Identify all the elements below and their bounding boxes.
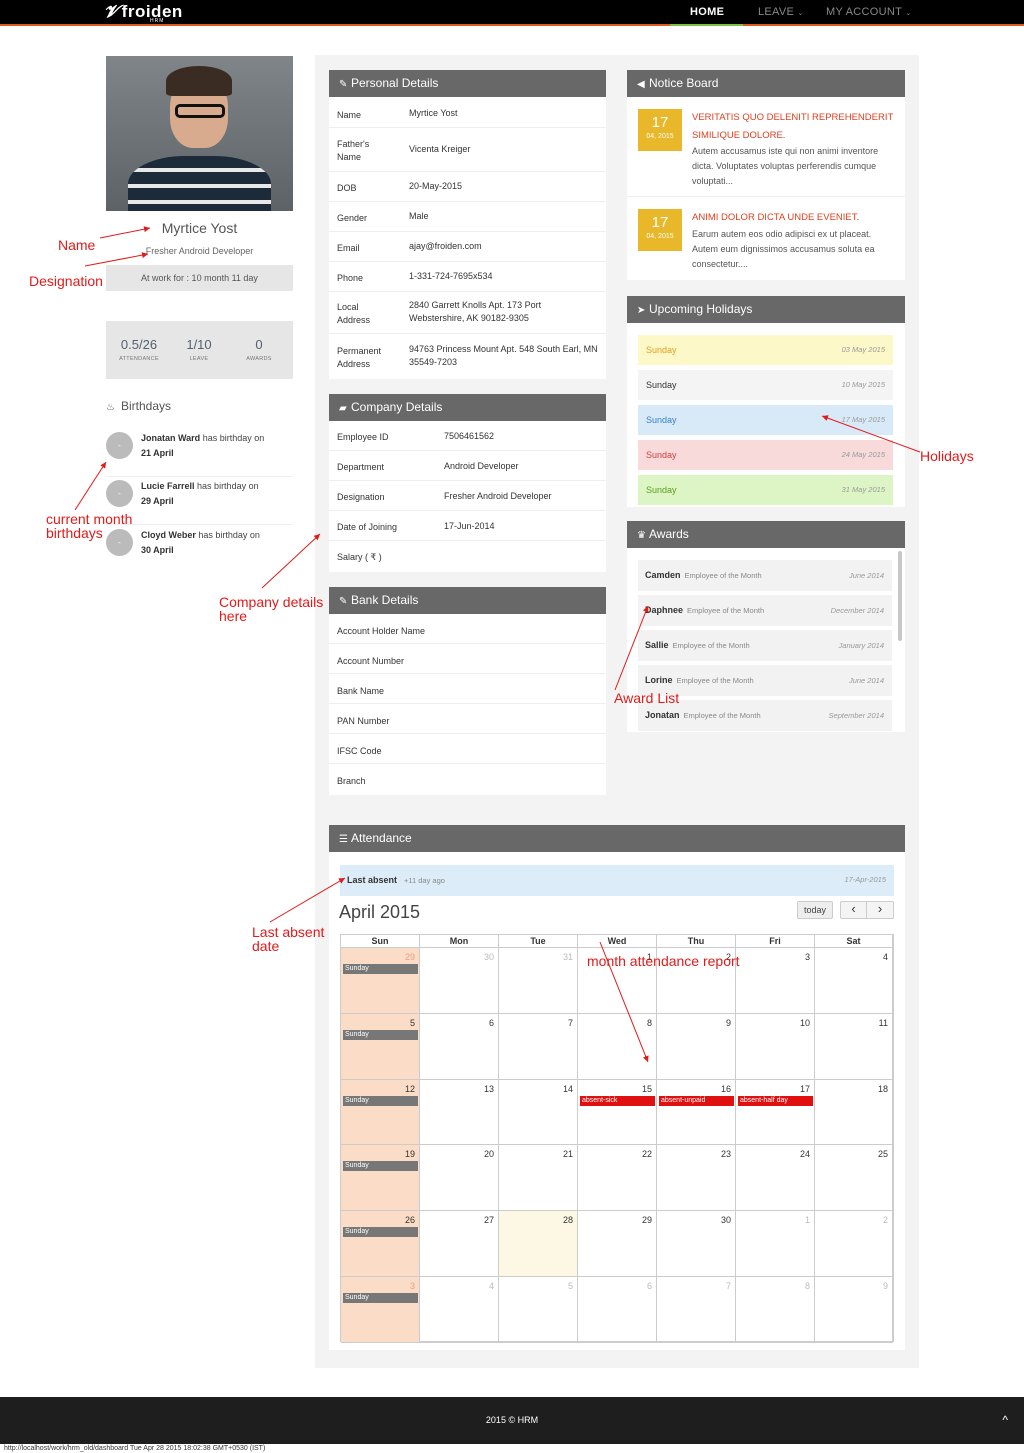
annotation-name: Name xyxy=(58,237,96,253)
annotation-arrows xyxy=(74,226,921,1063)
footer-text: 2015 © HRM xyxy=(485,1415,539,1425)
annotation-awards: Award List xyxy=(614,690,680,706)
annotation-designation: Designation xyxy=(29,273,103,289)
annotation-last-absent: Last absent date xyxy=(252,924,325,954)
annotation-holidays: Holidays xyxy=(920,448,974,464)
status-url: http://localhost/work/hrm_old/dashboard … xyxy=(4,1445,266,1452)
annotation-birthdays: current month birthdays xyxy=(46,511,133,541)
annotation-month-report: month attendance report xyxy=(587,953,740,969)
scroll-top-icon[interactable]: ^ xyxy=(1002,1397,1008,1444)
annotation-company: Company details here xyxy=(219,594,324,624)
footer: 2015 © HRM ^ xyxy=(0,1397,1024,1444)
